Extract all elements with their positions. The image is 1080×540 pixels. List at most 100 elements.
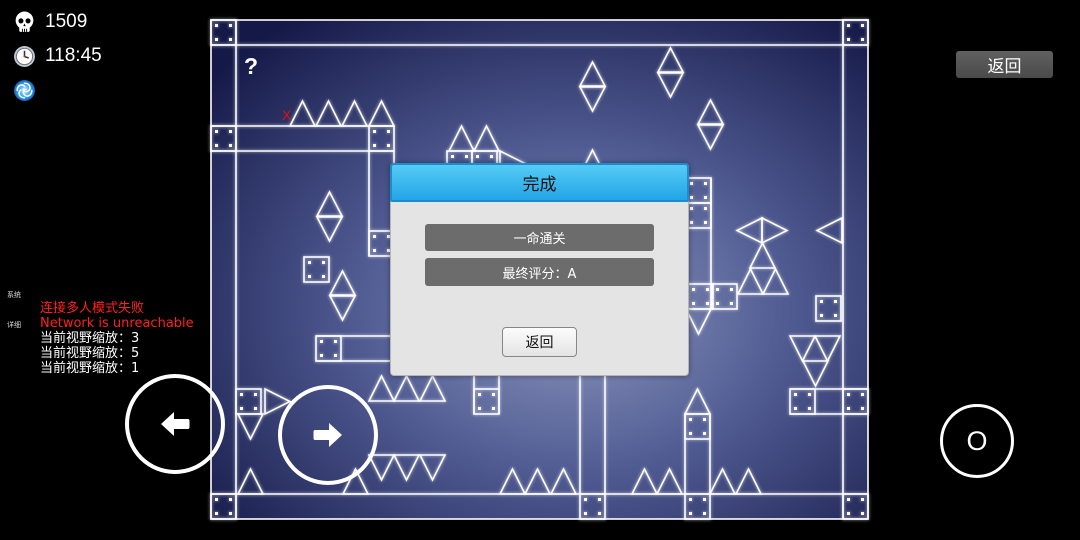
clock-icon	[14, 45, 35, 67]
completion-dialog: 完成 一命通关 最终评分：A 返回	[390, 163, 689, 376]
block-rivet	[706, 302, 709, 305]
play-timer: 118:45	[13, 44, 102, 68]
block-rivet	[215, 38, 218, 41]
block-rivet	[704, 196, 707, 199]
block-rivet	[704, 221, 707, 224]
move-left-button[interactable]	[125, 374, 225, 474]
block-rivet	[730, 302, 733, 305]
block-rivet	[478, 393, 481, 396]
block-rivet	[861, 512, 864, 515]
tab-detail[interactable]: 详细	[7, 320, 21, 330]
death-marker: X	[282, 107, 292, 123]
block-rivet	[334, 340, 337, 343]
block-rivet	[690, 221, 693, 224]
log-error: Network is unreachable	[40, 316, 194, 331]
block-rivet	[689, 512, 692, 515]
block-rivet	[320, 340, 323, 343]
back-button[interactable]: 返回	[956, 51, 1053, 78]
block-rivet	[229, 130, 232, 133]
block-rivet	[490, 155, 493, 158]
block-rivet	[847, 38, 850, 41]
block-rivet	[794, 393, 797, 396]
dialog-back-button[interactable]: 返回	[502, 327, 577, 357]
block-rivet	[229, 512, 232, 515]
block-rivet	[690, 196, 693, 199]
block-rivet	[692, 302, 695, 305]
block-rivet	[240, 407, 243, 410]
block-rivet	[373, 144, 376, 147]
skull-icon	[15, 11, 34, 32]
block-rivet	[320, 354, 323, 357]
block-rivet	[861, 393, 864, 396]
block-rivet	[834, 300, 837, 303]
block-rivet	[387, 144, 390, 147]
block-rivet	[861, 38, 864, 41]
block-rivet	[716, 302, 719, 305]
block-rivet	[215, 512, 218, 515]
block-rivet	[492, 393, 495, 396]
block-rivet	[690, 182, 693, 185]
block-rivet	[794, 407, 797, 410]
block-rivet	[229, 24, 232, 27]
block-rivet	[215, 24, 218, 27]
block-rivet	[308, 261, 311, 264]
block-rivet	[229, 498, 232, 501]
block-rivet	[373, 235, 376, 238]
block-rivet	[387, 130, 390, 133]
block-rivet	[229, 144, 232, 147]
block-rivet	[229, 38, 232, 41]
block-rivet	[598, 512, 601, 515]
block-rivet	[861, 407, 864, 410]
block-rivet	[703, 432, 706, 435]
block-rivet	[808, 393, 811, 396]
block-rivet	[373, 249, 376, 252]
block-rivet	[820, 300, 823, 303]
block-rivet	[240, 393, 243, 396]
result-row: 一命通关	[425, 224, 654, 251]
block-rivet	[598, 498, 601, 501]
block-rivet	[861, 24, 864, 27]
death-count: 1509	[45, 11, 88, 32]
block-rivet	[703, 498, 706, 501]
block-rivet	[692, 288, 695, 291]
block-rivet	[847, 512, 850, 515]
block-rivet	[689, 498, 692, 501]
jump-button[interactable]: O	[940, 404, 1014, 478]
block-rivet	[215, 144, 218, 147]
block-rivet	[492, 407, 495, 410]
block-rivet	[861, 498, 864, 501]
score-row: 最终评分：A	[425, 258, 654, 286]
arrow-left-icon	[161, 412, 190, 436]
tab-system[interactable]: 系统	[7, 290, 21, 300]
hint-question-mark: ?	[244, 53, 259, 79]
block-rivet	[706, 288, 709, 291]
death-counter: 1509	[13, 10, 87, 34]
block-rivet	[820, 314, 823, 317]
block-rivet	[308, 275, 311, 278]
block-rivet	[690, 207, 693, 210]
swirl-icon	[14, 79, 35, 101]
block-rivet	[704, 182, 707, 185]
ability-indicator	[13, 78, 36, 102]
block-rivet	[465, 155, 468, 158]
block-rivet	[322, 275, 325, 278]
block-rivet	[847, 498, 850, 501]
move-right-button[interactable]	[278, 385, 378, 485]
block-rivet	[716, 288, 719, 291]
arrow-right-icon	[313, 423, 342, 447]
log-error: 连接多人模式失败	[40, 301, 145, 316]
block-rivet	[847, 393, 850, 396]
block-rivet	[476, 155, 479, 158]
block-rivet	[322, 261, 325, 264]
block-rivet	[689, 418, 692, 421]
block-rivet	[834, 314, 837, 317]
block-rivet	[847, 24, 850, 27]
block-rivet	[689, 432, 692, 435]
block-rivet	[215, 130, 218, 133]
block-rivet	[808, 407, 811, 410]
block-rivet	[478, 407, 481, 410]
log-message: 当前视野缩放：3	[40, 331, 140, 346]
block-rivet	[584, 498, 587, 501]
block-rivet	[703, 512, 706, 515]
block-rivet	[704, 207, 707, 210]
